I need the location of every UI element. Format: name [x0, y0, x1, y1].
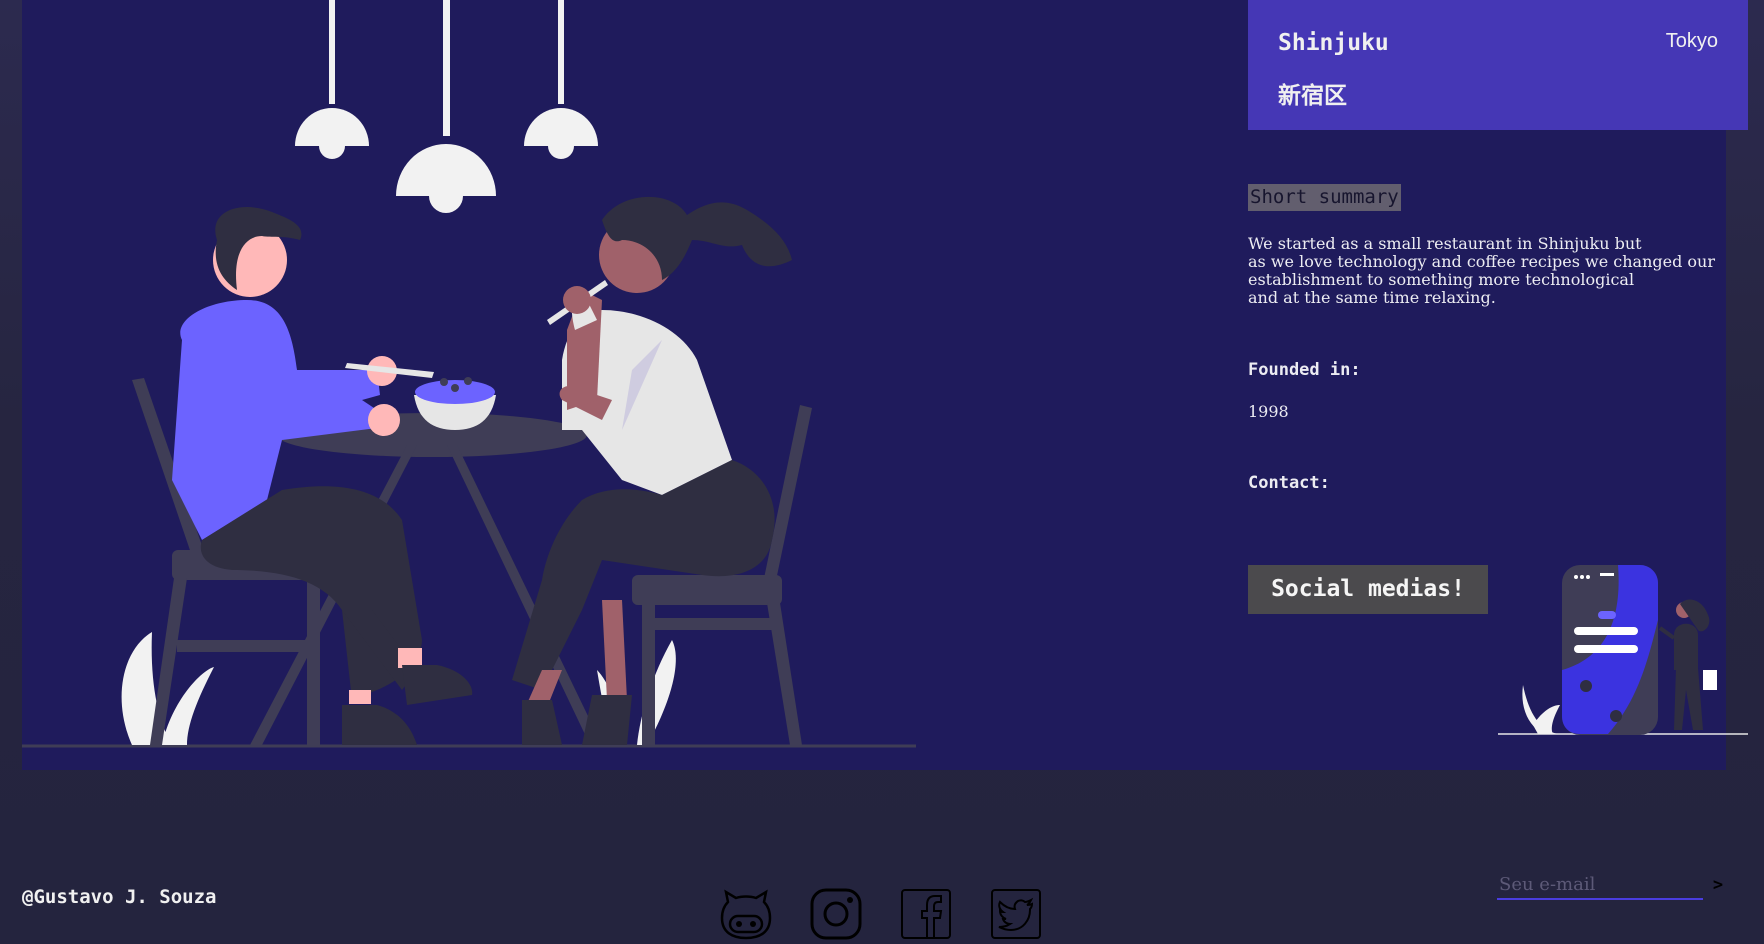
newsletter-form: >	[1497, 870, 1737, 902]
phone-illustration	[1498, 565, 1748, 735]
lamps	[295, 0, 598, 213]
main-panel: Shinjuku 新宿区 Tokyo Short summary We star…	[22, 0, 1748, 770]
instagram-icon[interactable]	[810, 888, 862, 940]
footer-author: @Gustavo J. Souza	[22, 886, 217, 908]
man-figure	[172, 207, 473, 745]
email-input[interactable]	[1497, 870, 1703, 900]
contact-label: Contact:	[1248, 473, 1330, 493]
founded-label: Founded in:	[1248, 360, 1361, 380]
founded-value: 1998	[1248, 402, 1289, 421]
facebook-icon[interactable]	[900, 888, 952, 940]
social-links	[720, 888, 1042, 940]
github-icon[interactable]	[720, 888, 772, 940]
social-medias-button[interactable]: Social medias!	[1248, 565, 1488, 614]
dining-illustration	[22, 0, 916, 748]
summary-text: We started as a small restaurant in Shin…	[1248, 234, 1715, 307]
info-section: Short summary We started as a small rest…	[1248, 0, 1748, 770]
twitter-icon[interactable]	[990, 888, 1042, 940]
email-submit-button[interactable]: >	[1707, 870, 1729, 900]
summary-heading: Short summary	[1248, 184, 1401, 211]
